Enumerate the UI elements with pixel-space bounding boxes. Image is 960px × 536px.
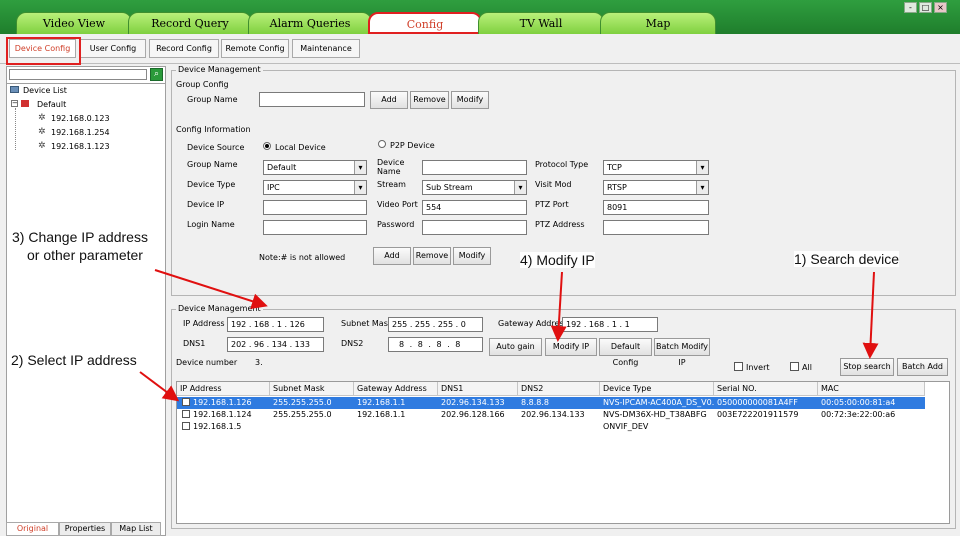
arrow-step3 [154,269,268,309]
annotation-arrows [139,269,879,402]
arrow-step2 [139,371,180,402]
arrow-step4 [550,271,567,342]
arrow-step1 [862,271,879,359]
